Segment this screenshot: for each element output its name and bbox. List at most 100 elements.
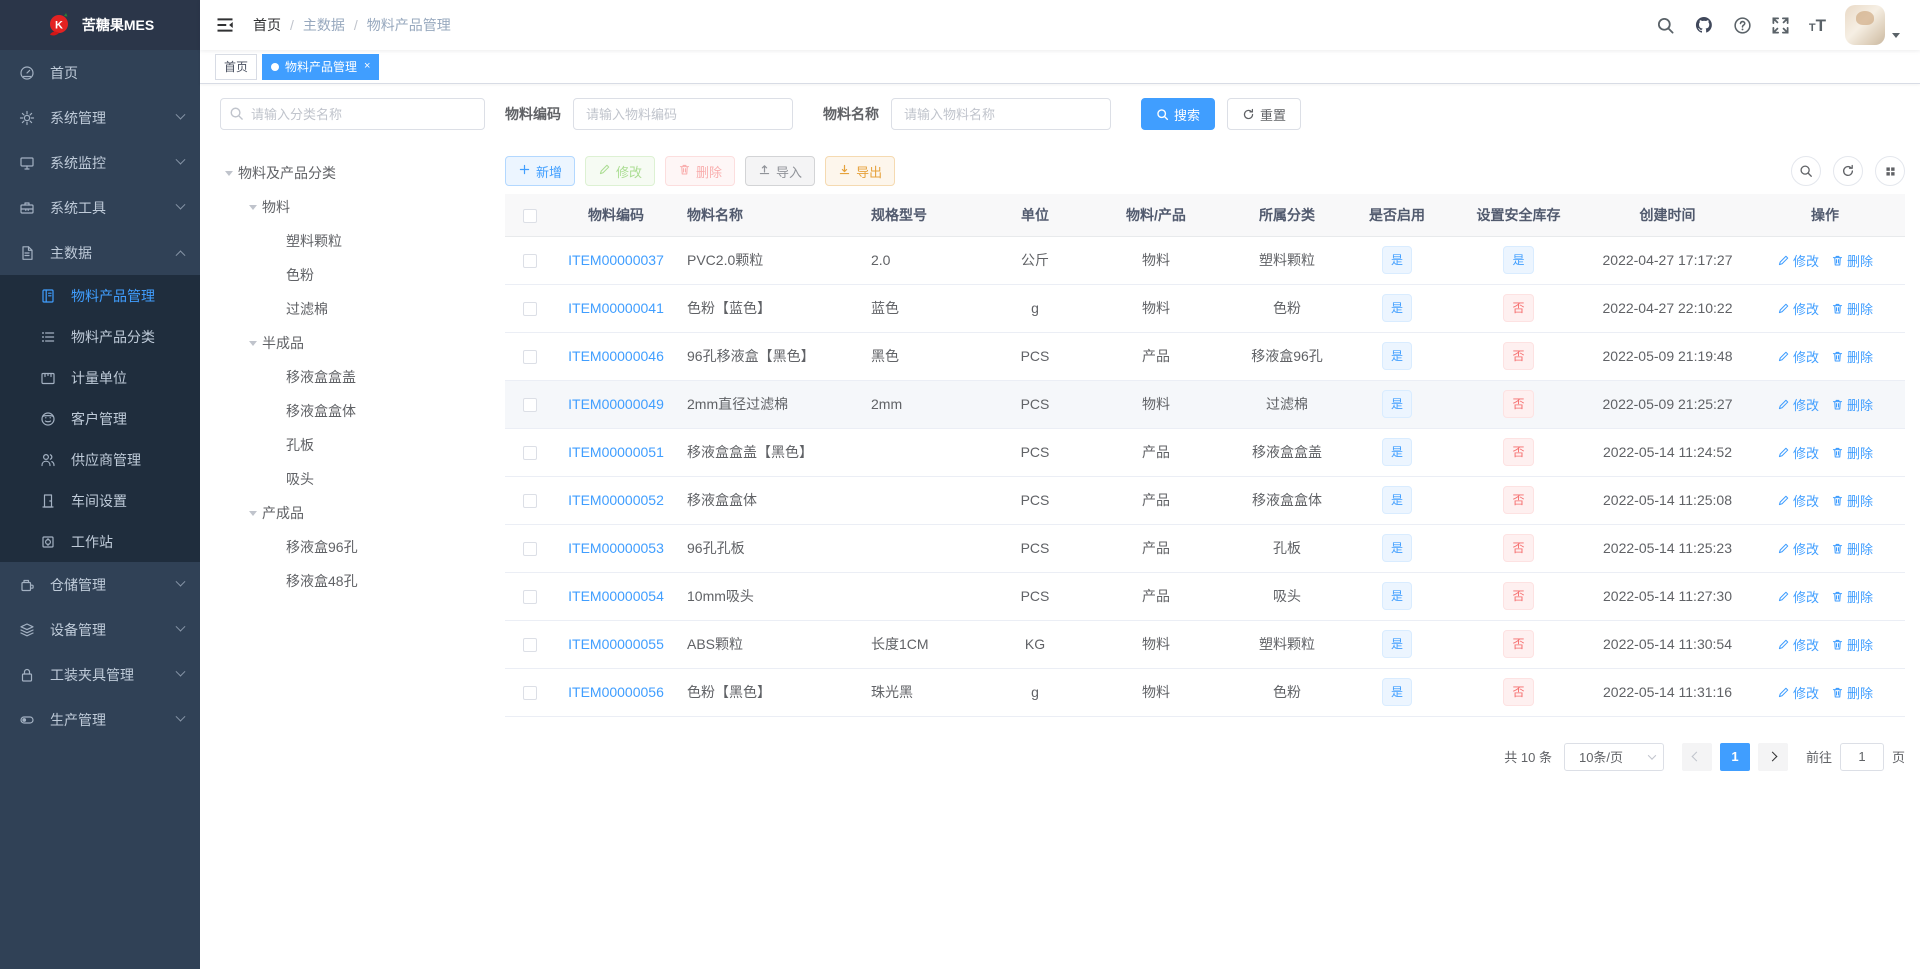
tree-node[interactable]: 物料 [220,190,485,224]
search-tool-button[interactable] [1791,156,1821,186]
goto-page-input[interactable] [1839,742,1884,771]
tree-node[interactable]: 半成品 [220,326,485,360]
tree-node[interactable]: 移液盒盒盖 [220,360,485,394]
row-delete-link[interactable]: 删除 [1831,251,1873,270]
sidebar-item[interactable]: 工装夹具管理 [0,652,200,697]
material-code-link[interactable]: ITEM00000041 [568,300,664,316]
sidebar-subitem[interactable]: 客户管理 [0,398,200,439]
font-size-icon[interactable]: TT [1809,17,1826,34]
row-edit-link[interactable]: 修改 [1777,395,1819,414]
material-code-link[interactable]: ITEM00000056 [568,684,664,700]
material-code-link[interactable]: ITEM00000046 [568,348,664,364]
material-code-input[interactable] [573,98,793,130]
row-delete-link[interactable]: 删除 [1831,443,1873,462]
refresh-tool-button[interactable] [1833,156,1863,186]
tree-node[interactable]: 移液盒盒体 [220,394,485,428]
tree-node[interactable]: 孔板 [220,428,485,462]
row-edit-link[interactable]: 修改 [1777,635,1819,654]
tree-node[interactable]: 塑料颗粒 [220,224,485,258]
fullscreen-icon[interactable] [1771,16,1790,35]
export-button[interactable]: 导出 [825,156,896,186]
row-checkbox[interactable] [523,350,537,365]
row-delete-link[interactable]: 删除 [1831,635,1873,654]
row-delete-link[interactable]: 删除 [1831,299,1873,318]
page-size-select[interactable]: 10条/页 [1563,742,1664,771]
sidebar-toggle-icon[interactable] [215,15,235,35]
grid-tool-button[interactable] [1875,156,1905,186]
user-menu[interactable] [1845,5,1900,45]
sidebar-subitem[interactable]: 供应商管理 [0,439,200,480]
material-code-link[interactable]: ITEM00000055 [568,636,664,652]
row-delete-link[interactable]: 删除 [1831,539,1873,558]
material-code-link[interactable]: ITEM00000053 [568,540,664,556]
tree-node[interactable]: 过滤棉 [220,292,485,326]
page-number-current[interactable]: 1 [1719,742,1750,771]
sidebar-subitem[interactable]: 计量单位 [0,357,200,398]
prev-page-button[interactable] [1681,742,1712,771]
tab-item[interactable]: 首页 [215,53,258,80]
tree-node[interactable]: 物料及产品分类 [220,156,485,190]
material-name-input[interactable] [891,98,1111,130]
row-checkbox[interactable] [523,638,537,653]
caret-down-icon[interactable] [244,506,262,520]
sidebar-item[interactable]: 系统监控 [0,140,200,185]
material-code-link[interactable]: ITEM00000051 [568,444,664,460]
row-edit-link[interactable]: 修改 [1777,251,1819,270]
sidebar-subitem[interactable]: 工作站 [0,521,200,562]
row-edit-link[interactable]: 修改 [1777,683,1819,702]
breadcrumb-item[interactable]: 主数据 [303,15,345,35]
row-checkbox[interactable] [523,494,537,509]
sidebar-subitem[interactable]: 物料产品分类 [0,316,200,357]
row-delete-link[interactable]: 删除 [1831,587,1873,606]
tab-active[interactable]: 物料产品管理 × [262,53,380,80]
reset-button[interactable]: 重置 [1227,98,1302,130]
row-edit-link[interactable]: 修改 [1777,539,1819,558]
edit-button[interactable]: 修改 [585,156,656,186]
sidebar-item[interactable]: 系统工具 [0,185,200,230]
search-button[interactable]: 搜索 [1141,98,1216,130]
row-checkbox[interactable] [523,686,537,701]
close-icon[interactable]: × [364,61,370,72]
row-checkbox[interactable] [523,302,537,317]
material-code-link[interactable]: ITEM00000054 [568,588,664,604]
caret-down-icon[interactable] [244,336,262,350]
row-delete-link[interactable]: 删除 [1831,395,1873,414]
import-button[interactable]: 导入 [745,156,816,186]
row-edit-link[interactable]: 修改 [1777,443,1819,462]
material-code-link[interactable]: ITEM00000049 [568,396,664,412]
sidebar-item[interactable]: 仓储管理 [0,562,200,607]
row-edit-link[interactable]: 修改 [1777,299,1819,318]
breadcrumb-item[interactable]: 物料产品管理 [367,15,451,35]
row-delete-link[interactable]: 删除 [1831,491,1873,510]
tree-node[interactable]: 产成品 [220,496,485,530]
delete-button[interactable]: 删除 [665,156,736,186]
breadcrumb-item[interactable]: 首页 [253,15,281,35]
category-search-input[interactable] [220,98,485,130]
sidebar-subitem[interactable]: 车间设置 [0,480,200,521]
row-checkbox[interactable] [523,254,537,269]
select-all-checkbox[interactable] [523,208,537,223]
question-icon[interactable] [1733,16,1752,35]
row-edit-link[interactable]: 修改 [1777,347,1819,366]
sidebar-subitem[interactable]: 物料产品管理 [0,275,200,316]
row-checkbox[interactable] [523,398,537,413]
tree-node[interactable]: 色粉 [220,258,485,292]
next-page-button[interactable] [1757,742,1788,771]
sidebar-item[interactable]: 主数据 [0,230,200,275]
caret-down-icon[interactable] [220,166,238,180]
row-edit-link[interactable]: 修改 [1777,491,1819,510]
tree-node[interactable]: 移液盒48孔 [220,564,485,598]
row-edit-link[interactable]: 修改 [1777,587,1819,606]
search-icon[interactable] [1656,16,1675,35]
tree-node[interactable]: 吸头 [220,462,485,496]
material-code-link[interactable]: ITEM00000052 [568,492,664,508]
sidebar-item[interactable]: 设备管理 [0,607,200,652]
row-checkbox[interactable] [523,590,537,605]
tree-node[interactable]: 移液盒96孔 [220,530,485,564]
github-icon[interactable] [1694,15,1714,35]
row-checkbox[interactable] [523,542,537,557]
add-button[interactable]: 新增 [505,156,576,186]
avatar[interactable] [1845,5,1885,45]
row-delete-link[interactable]: 删除 [1831,347,1873,366]
caret-down-icon[interactable] [244,200,262,214]
